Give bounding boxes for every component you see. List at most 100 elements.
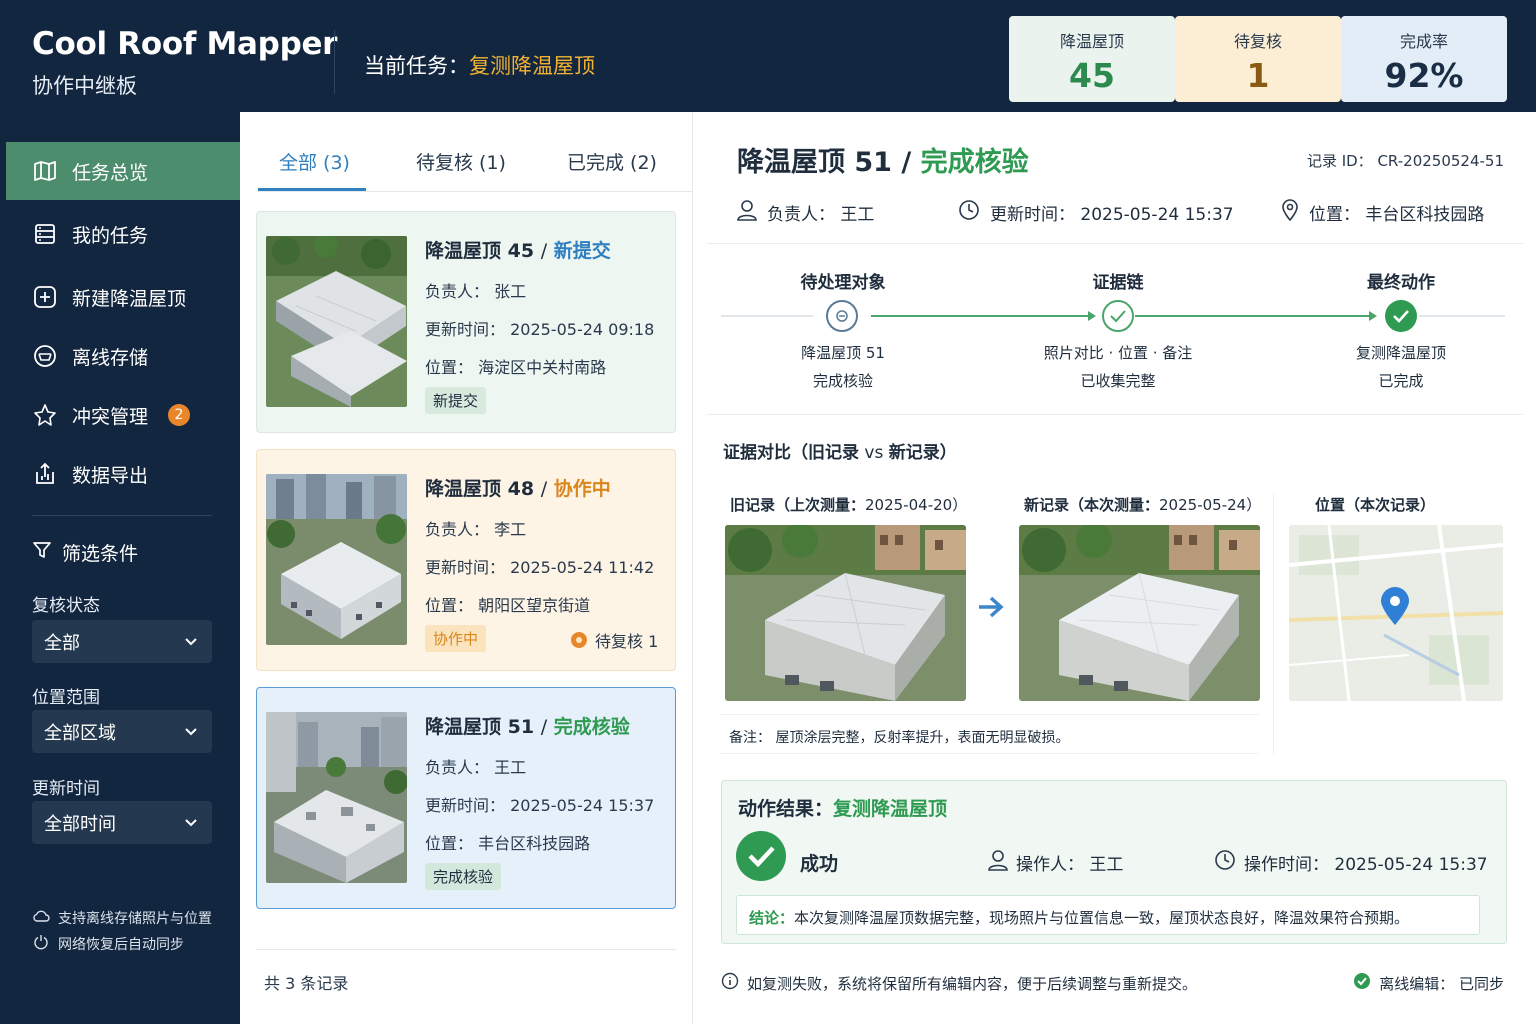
old-roof-photo[interactable] xyxy=(725,525,966,701)
status-filter-select[interactable]: 全部 xyxy=(32,620,212,663)
current-task: 当前任务：复测降温屋顶 xyxy=(364,50,595,80)
sync-status: 离线编辑： 已同步 xyxy=(1353,972,1504,994)
cloud-icon xyxy=(32,909,50,927)
step-flow xyxy=(721,300,1505,332)
old-record-label-text: 旧记录（上次测量： xyxy=(730,496,866,514)
sidebar-item-conflicts[interactable]: 冲突管理 2 xyxy=(0,386,240,444)
result-time-text: 操作时间： 2025-05-24 15:37 xyxy=(1244,855,1488,875)
sidebar-item-my-tasks[interactable]: 我的任务 xyxy=(0,205,240,263)
result-title-label: 动作结果： xyxy=(738,798,834,820)
card-owner: 负责人： 王工 xyxy=(425,758,527,777)
tab-pending[interactable]: 待复核 (1) xyxy=(416,148,506,175)
sidebar-item-label: 新建降温屋顶 xyxy=(72,287,187,310)
new-record-date: 2025-05-24） xyxy=(1159,496,1262,514)
sidebar-item-new-roof[interactable]: 新建降温屋顶 xyxy=(0,268,240,326)
footer-note-text: 如复测失败，系统将保留所有编辑内容，便于后续调整与重新提交。 xyxy=(747,974,1198,993)
success-check-icon xyxy=(736,831,786,885)
sidebar-item-offline-storage[interactable]: 离线存储 xyxy=(0,327,240,385)
chevron-down-icon xyxy=(184,631,198,652)
new-record-label: 新记录（本次测量：2025-05-24） xyxy=(1024,494,1261,515)
card-location: 位置： 丰台区科技园路 xyxy=(425,834,591,853)
record-detail-panel: 降温屋顶 51 / 完成核验 记录 ID： CR-20250524-51 负责人… xyxy=(692,112,1536,1024)
roof-thumbnail xyxy=(266,236,407,407)
plus-square-icon xyxy=(32,284,58,310)
status-badge: 完成核验 xyxy=(425,863,502,890)
sidebar-divider xyxy=(32,515,212,516)
detail-location-text: 位置： 丰台区科技园路 xyxy=(1309,205,1485,225)
filter-title: 筛选条件 xyxy=(32,539,138,566)
list-icon xyxy=(32,221,58,247)
sidebar-item-export[interactable]: 数据导出 xyxy=(0,445,240,503)
map-icon xyxy=(32,158,58,184)
card-owner: 负责人： 张工 xyxy=(425,282,527,301)
time-filter-select[interactable]: 全部时间 xyxy=(32,801,212,844)
conclusion-label: 结论： xyxy=(749,909,795,927)
time-filter-value: 全部时间 xyxy=(44,813,116,835)
record-card-48[interactable]: 降温屋顶 48 / 协作中 负责人： 李工 更新时间： 2025-05-24 1… xyxy=(256,449,676,671)
result-time: 操作时间： 2025-05-24 15:37 xyxy=(1214,849,1488,876)
status-badge: 协作中 xyxy=(425,625,487,652)
stat-pending-review: 待复核 1 xyxy=(1175,16,1341,102)
sidebar-item-overview[interactable]: 任务总览 xyxy=(6,142,240,200)
record-card-51[interactable]: 降温屋顶 51 / 完成核验 负责人： 王工 更新时间： 2025-05-24 … xyxy=(256,687,676,909)
status-filter-value: 全部 xyxy=(44,632,80,654)
stat-label: 降温屋顶 xyxy=(1059,32,1124,51)
step-target-line2: 完成核验 xyxy=(812,372,873,390)
sidebar-item-label: 数据导出 xyxy=(72,464,149,487)
export-icon xyxy=(32,461,58,487)
target-object-icon xyxy=(834,308,850,328)
check-circle-icon xyxy=(1353,972,1371,994)
new-record-label-text: 新记录（本次测量： xyxy=(1024,496,1160,514)
stat-label: 待复核 xyxy=(1233,32,1282,51)
sidebar-item-label: 离线存储 xyxy=(72,346,149,369)
card-updated: 更新时间： 2025-05-24 15:37 xyxy=(425,796,655,815)
status-filter-label: 复核状态 xyxy=(32,596,100,616)
sync-status-text: 离线编辑： 已同步 xyxy=(1379,974,1504,993)
clock-icon xyxy=(1214,849,1236,876)
conclusion-text: 本次复测降温屋顶数据完整，现场照片与位置信息一致，屋顶状态良好，降温效果符合预期… xyxy=(794,909,1410,927)
tab-all[interactable]: 全部 (3) xyxy=(279,148,350,175)
evidence-column-divider xyxy=(1273,494,1274,754)
filter-icon xyxy=(32,540,52,565)
sidebar-item-label: 冲突管理 xyxy=(72,405,149,428)
result-operator-text: 操作人： 王工 xyxy=(1016,855,1124,875)
header-divider xyxy=(334,30,335,94)
evidence-title-vs: vs xyxy=(859,443,889,463)
step-evidence-line1: 照片对比 · 位置 · 备注 xyxy=(1043,344,1193,362)
old-record-date: 2025-04-20） xyxy=(865,496,968,514)
record-card-45[interactable]: 降温屋顶 45 / 新提交 负责人： 张工 更新时间： 2025-05-24 0… xyxy=(256,211,676,433)
card-title: 降温屋顶 48 / 协作中 xyxy=(425,478,611,500)
sidebar-item-label: 我的任务 xyxy=(72,224,149,247)
card-name: 降温屋顶 48 xyxy=(425,478,535,500)
card-title: 降温屋顶 45 / 新提交 xyxy=(425,240,611,262)
location-map[interactable] xyxy=(1289,525,1503,701)
time-filter-label: 更新时间 xyxy=(32,779,100,799)
location-filter-select[interactable]: 全部区域 xyxy=(32,710,212,753)
pending-review-text: 待复核 1 xyxy=(595,632,659,651)
card-status: 协作中 xyxy=(553,478,611,500)
filter-title-text: 筛选条件 xyxy=(62,543,139,565)
sync-note-text: 网络恢复后自动同步 xyxy=(58,937,184,953)
sidebar-item-label: 任务总览 xyxy=(72,161,149,184)
offline-note-text: 支持离线存储照片与位置 xyxy=(58,911,212,927)
step-title-evidence: 证据链 xyxy=(1092,273,1144,293)
active-tab-indicator xyxy=(258,188,366,191)
record-note: 备注： 屋顶涂层完整，反射率提升，表面无明显破损。 xyxy=(721,714,1259,754)
action-result: 动作结果：复测降温屋顶 成功 操作人： 王工 操作时间： 2025-05-24 … xyxy=(721,780,1507,944)
result-action: 复测降温屋顶 xyxy=(833,798,948,820)
sync-note: 网络恢复后自动同步 xyxy=(32,934,184,954)
pending-review-indicator: 待复核 1 xyxy=(571,628,658,652)
storage-icon xyxy=(32,343,58,369)
step-action-line2: 已完成 xyxy=(1378,372,1424,390)
card-location: 位置： 朝阳区望京街道 xyxy=(425,596,591,615)
tab-completed[interactable]: 已完成 (2) xyxy=(567,148,657,175)
result-status: 成功 xyxy=(800,853,839,875)
app-title: Cool Roof Mapper xyxy=(32,26,338,62)
new-roof-photo[interactable] xyxy=(1019,525,1260,701)
location-filter-label: 位置范围 xyxy=(32,688,100,708)
location-filter-value: 全部区域 xyxy=(44,722,116,744)
card-status: 完成核验 xyxy=(553,716,630,738)
card-name: 降温屋顶 51 xyxy=(425,716,535,738)
step-title-target: 待处理对象 xyxy=(800,273,886,293)
step-target-line1: 降温屋顶 51 xyxy=(801,344,885,362)
